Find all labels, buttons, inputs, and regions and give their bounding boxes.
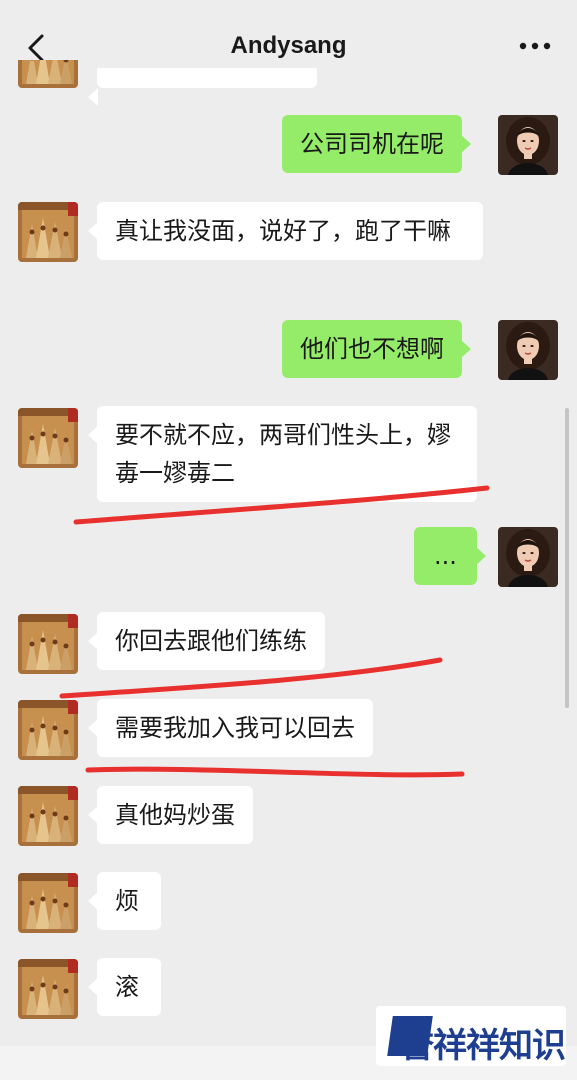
- contact-avatar[interactable]: [18, 60, 78, 88]
- scrollbar[interactable]: [565, 408, 569, 708]
- watermark-logo: 誉祥祥知识: [376, 1006, 566, 1066]
- watermark-text: 誉祥祥知识: [400, 1026, 566, 1066]
- message-bubble-incoming: 烦: [88, 872, 161, 930]
- contact-avatar[interactable]: [18, 202, 78, 262]
- my-avatar[interactable]: [498, 115, 558, 175]
- message-list: 公司司机在呢 真让我没面，说好了，跑了干嘛 他们也不想啊 要不就不应，两哥们性头…: [0, 0, 577, 1080]
- message-bubble-incoming: 要不就不应，两哥们性头上，嫪毐一嫪毐二: [88, 406, 477, 502]
- contact-avatar[interactable]: [18, 408, 78, 468]
- message-bubble-incoming: 你回去跟他们练练: [88, 612, 325, 670]
- message-bubble-outgoing: 公司司机在呢: [282, 115, 471, 173]
- message-bubble-incoming: 真他妈炒蛋: [88, 786, 253, 844]
- contact-avatar[interactable]: [18, 959, 78, 1019]
- my-avatar[interactable]: [498, 320, 558, 380]
- message-bubble-incoming: 滚: [88, 958, 161, 1016]
- my-avatar[interactable]: [498, 527, 558, 587]
- contact-avatar[interactable]: [18, 614, 78, 674]
- contact-avatar[interactable]: [18, 873, 78, 933]
- contact-avatar[interactable]: [18, 700, 78, 760]
- message-bubble-outgoing: 他们也不想啊: [282, 320, 471, 378]
- message-bubble-incoming: 需要我加入我可以回去: [88, 699, 373, 757]
- message-bubble-partial: [88, 68, 317, 106]
- message-bubble-outgoing: ...: [414, 527, 486, 585]
- contact-avatar[interactable]: [18, 786, 78, 846]
- message-bubble-incoming: 真让我没面，说好了，跑了干嘛: [88, 202, 483, 260]
